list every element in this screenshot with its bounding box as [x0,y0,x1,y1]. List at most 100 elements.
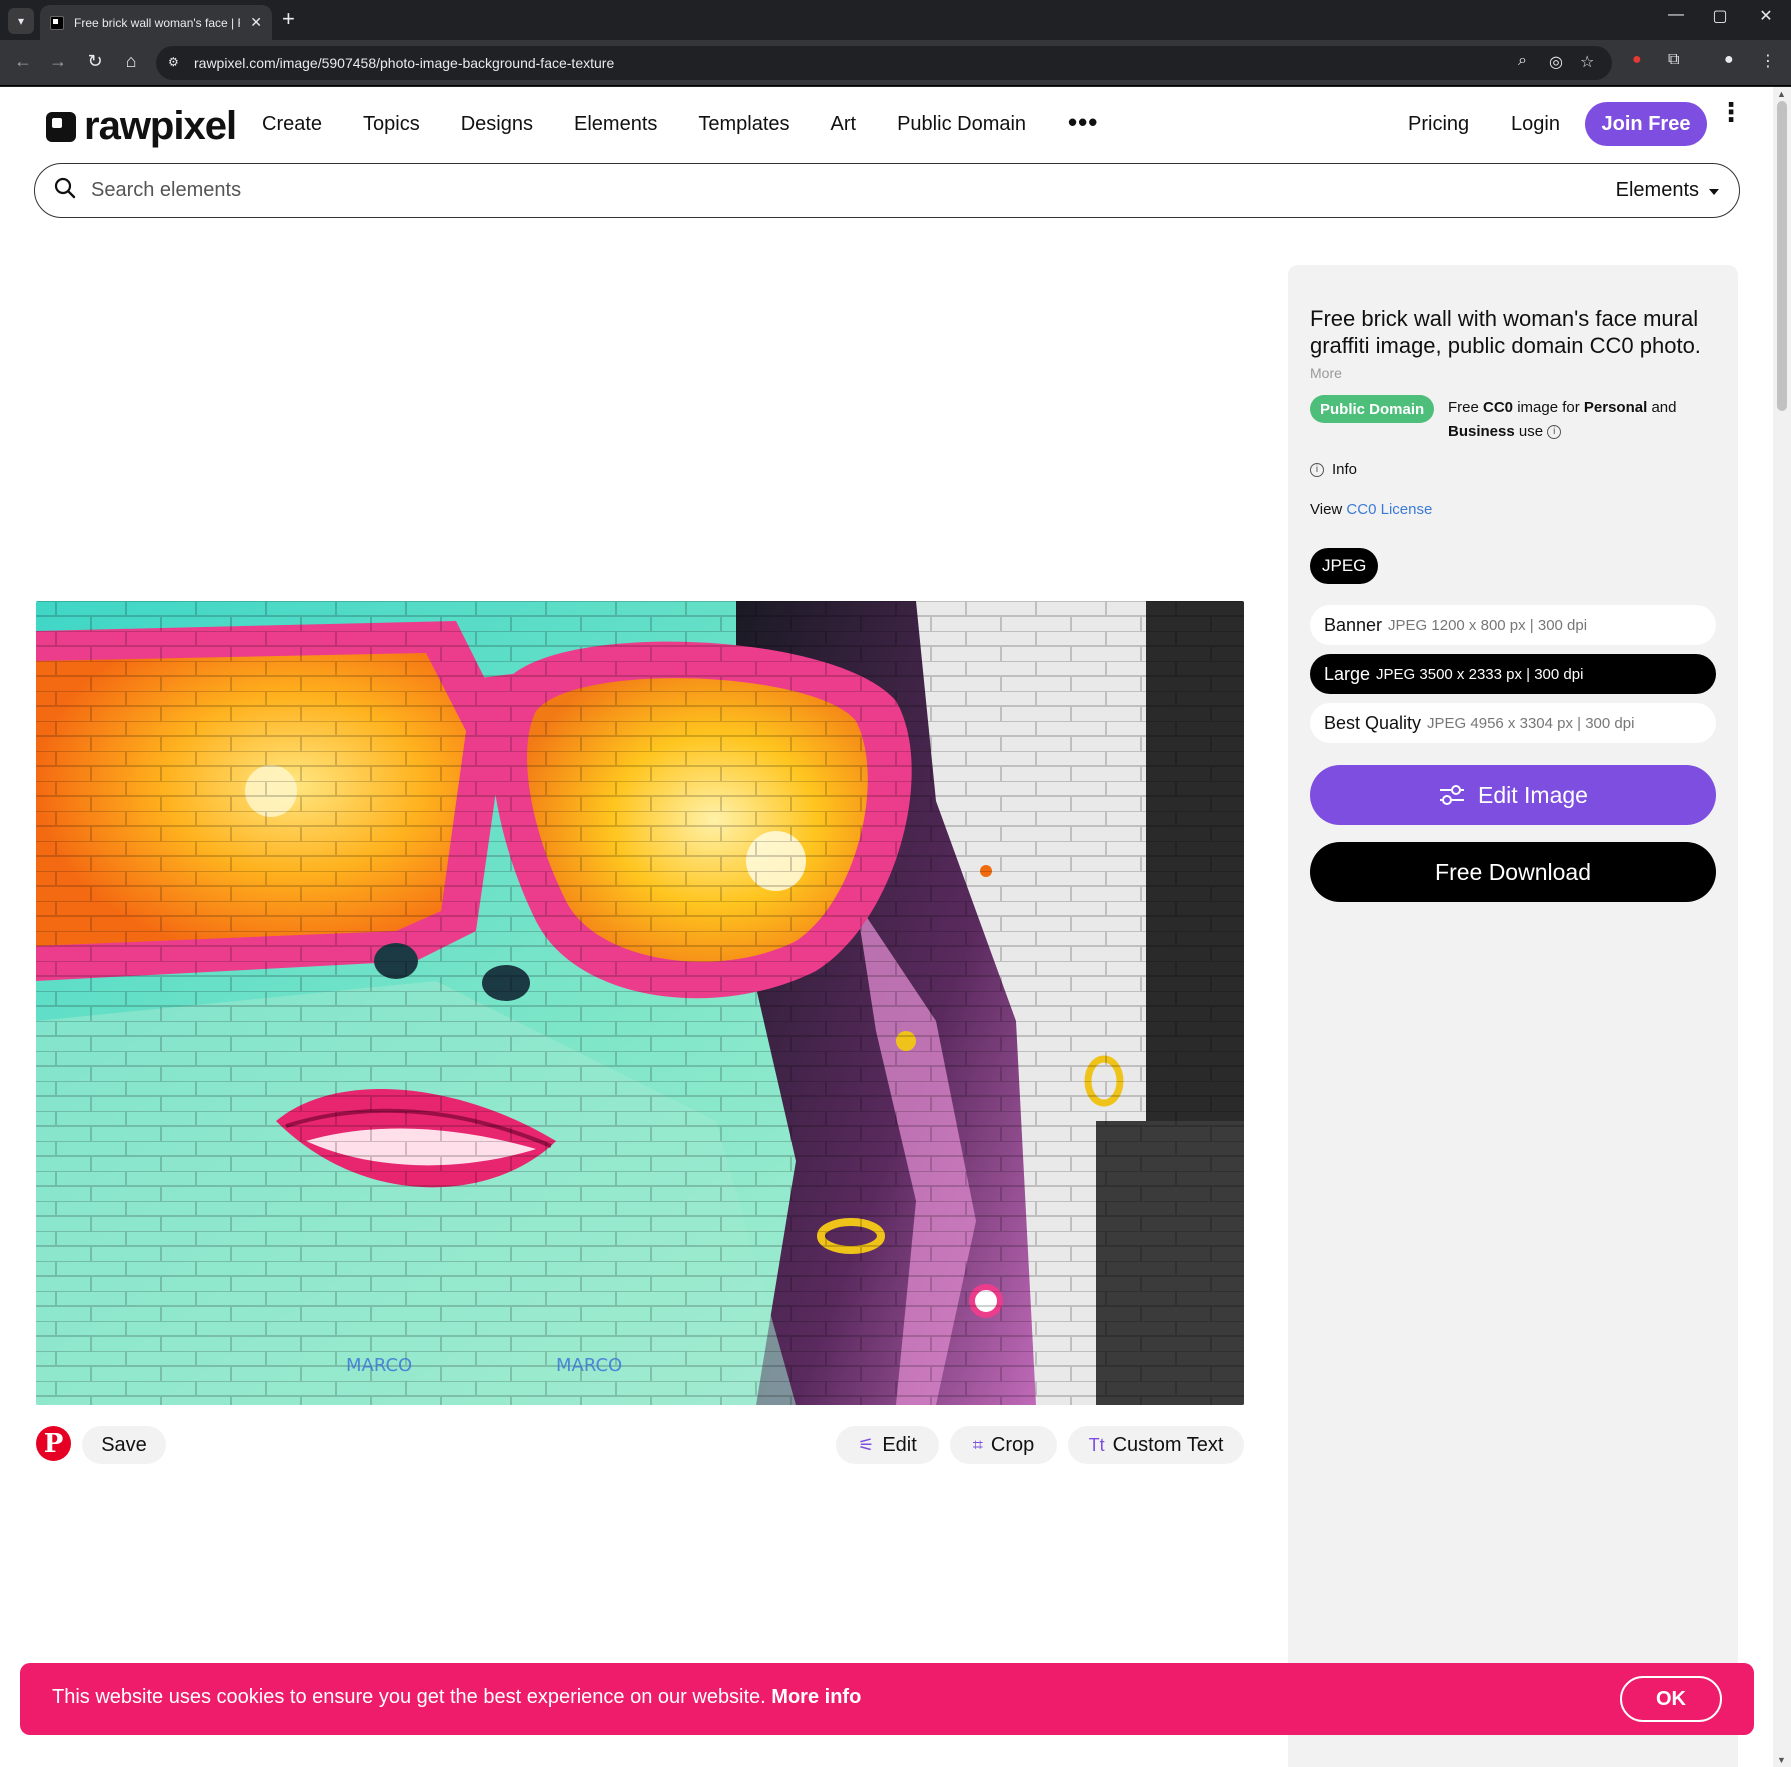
logo-text: rawpixel [84,104,237,148]
url-text[interactable]: rawpixel.com/image/5907458/photo-image-b… [194,55,614,71]
search-category-dropdown[interactable]: Elements [1616,179,1719,202]
window-close-icon[interactable]: ✕ [1746,6,1786,26]
tab-title: Free brick wall woman's face | F [74,15,241,30]
scroll-down-arrow-icon[interactable]: ▼ [1777,1755,1786,1765]
nav-designs[interactable]: Designs [461,113,533,136]
tracking-protection-icon[interactable]: ◎ [1549,52,1563,72]
tab-search-menu-icon[interactable]: ▾ [8,8,34,34]
size-option-banner[interactable]: Banner JPEG 1200 x 800 px | 300 dpi [1310,605,1716,645]
pinterest-icon[interactable]: P [36,1426,71,1461]
home-icon[interactable]: ⌂ [119,51,143,72]
address-bar[interactable]: ⚙ rawpixel.com/image/5907458/photo-image… [156,46,1612,80]
artist-signature-1: MARCO [346,1355,412,1376]
minimize-icon[interactable]: — [1656,6,1696,24]
artist-signature-2: MARCO [556,1355,622,1376]
graffiti-mural-image: MARCO MARCO [36,601,1244,1405]
pricing-link[interactable]: Pricing [1408,113,1469,136]
browser-toolbar: ← → ↻ ⌂ ⚙ rawpixel.com/image/5907458/pho… [0,40,1791,86]
more-link[interactable]: More [1310,365,1342,381]
cookie-text: This website uses cookies to ensure you … [52,1686,772,1708]
main-nav: Create Topics Designs Elements Templates… [262,113,1026,136]
join-free-button[interactable]: Join Free [1585,102,1707,146]
forward-arrow-icon[interactable]: → [46,51,70,72]
web-page: rawpixel Create Topics Designs Elements … [0,87,1773,1767]
scrollbar-thumb[interactable] [1777,101,1787,411]
search-icon[interactable] [53,176,77,200]
size-meta: JPEG 3500 x 2333 px | 300 dpi [1376,665,1584,683]
zoom-icon[interactable]: ⌕ [1518,52,1527,70]
tab-close-icon[interactable]: ✕ [250,14,262,31]
site-info-icon[interactable]: ⚙ [168,55,179,69]
text-icon: Tt [1088,1434,1105,1455]
edit-button[interactable]: ⚟ Edit [836,1426,939,1464]
license-business: Business [1448,423,1515,440]
nav-templates[interactable]: Templates [698,113,789,136]
view-prefix: View [1310,501,1347,518]
nav-art[interactable]: Art [831,113,857,136]
scroll-up-arrow-icon[interactable]: ▲ [1777,89,1786,99]
browser-tabbar: ▾ Free brick wall woman's face | F ✕ + —… [0,0,1791,40]
new-tab-button[interactable]: + [282,6,295,32]
edit-image-label: Edit Image [1478,781,1588,808]
info-toggle[interactable]: i Info [1310,461,1357,478]
free-download-button[interactable]: Free Download [1310,842,1716,902]
custom-text-label: Custom Text [1112,1433,1224,1456]
custom-text-button[interactable]: Tt Custom Text [1068,1426,1244,1464]
license-cc0: CC0 [1483,399,1514,416]
cookie-message: This website uses cookies to ensure you … [52,1686,861,1709]
license-text-part: Free [1448,399,1484,416]
sliders-icon: ⚟ [858,1434,875,1455]
save-button[interactable]: Save [82,1426,166,1464]
edit-image-button[interactable]: Edit Image [1310,765,1716,825]
rawpixel-logo-icon [46,111,76,142]
bookmark-star-icon[interactable]: ☆ [1580,52,1594,72]
login-link[interactable]: Login [1511,113,1560,136]
license-text-part: and [1647,399,1677,416]
info-label: Info [1332,461,1358,478]
format-jpeg-pill[interactable]: JPEG [1310,548,1379,584]
nav-public-domain[interactable]: Public Domain [897,113,1026,136]
size-meta: JPEG 4956 x 3304 px | 300 dpi [1427,714,1635,732]
size-option-large[interactable]: Large JPEG 3500 x 2333 px | 300 dpi [1310,654,1716,694]
size-name: Large [1324,663,1371,684]
nav-more-icon[interactable]: ••• [1068,107,1098,138]
search-input[interactable] [91,164,1391,217]
edit-label: Edit [882,1433,917,1456]
public-domain-badge: Public Domain [1310,395,1435,423]
cookie-more-info-link[interactable]: More info [771,1686,861,1708]
browser-menu-icon[interactable]: ⋮ [1760,51,1776,71]
browser-tab-active[interactable]: Free brick wall woman's face | F ✕ [40,5,272,40]
cc0-license-link[interactable]: CC0 License [1346,501,1432,518]
nav-topics[interactable]: Topics [363,113,420,136]
cookie-banner: This website uses cookies to ensure you … [20,1663,1754,1735]
sliders-icon [1440,785,1465,805]
license-personal: Personal [1583,399,1648,416]
info-icon: i [1310,462,1324,477]
size-name: Banner [1324,614,1383,635]
crop-label: Crop [990,1433,1035,1456]
back-arrow-icon[interactable]: ← [11,51,35,72]
license-text-part: image for [1513,399,1584,416]
crop-icon: ⌗ [972,1434,983,1455]
license-description: Free CC0 image for Personal and Business… [1448,396,1718,444]
maximize-icon[interactable]: ▢ [1700,6,1740,26]
reload-icon[interactable]: ↻ [83,51,107,72]
header-kebab-menu-icon[interactable]: ⋮ [1718,99,1744,125]
page-scrollbar[interactable]: ▲ ▼ [1773,87,1791,1767]
search-bar: Elements [34,163,1740,218]
rawpixel-logo[interactable]: rawpixel [46,104,237,149]
nav-create[interactable]: Create [262,113,322,136]
rawpixel-favicon-icon [50,15,64,30]
profile-icon[interactable]: ● [1724,51,1734,69]
main-image[interactable]: MARCO MARCO [36,601,1244,1405]
image-title: Free brick wall with woman's face mural … [1310,306,1701,358]
cookie-ok-button[interactable]: OK [1620,1676,1722,1722]
extensions-puzzle-icon[interactable]: ⧉ [1668,51,1679,69]
license-text-part: use [1514,423,1544,440]
license-info-icon[interactable]: i [1547,425,1562,440]
chevron-down-icon [1709,188,1719,195]
crop-button[interactable]: ⌗ Crop [950,1426,1057,1464]
size-option-best-quality[interactable]: Best Quality JPEG 4956 x 3304 px | 300 d… [1310,703,1716,743]
extension-adblock-icon[interactable]: ● [1632,51,1642,69]
nav-elements[interactable]: Elements [574,113,657,136]
